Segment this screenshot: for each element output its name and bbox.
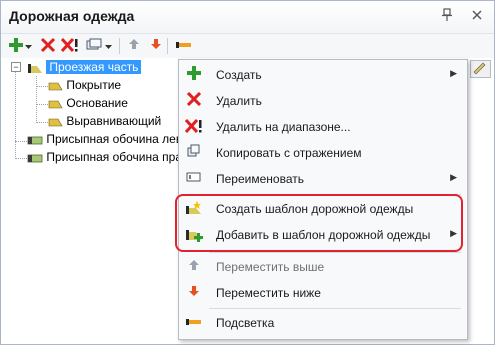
highlight-icon[interactable] <box>175 37 193 55</box>
arrow-down-icon[interactable] <box>147 37 165 55</box>
arrow-up-icon <box>185 258 203 276</box>
submenu-arrow-icon: ▶ <box>450 68 457 78</box>
toolbar-separator <box>167 38 168 54</box>
tree-item-label: Проезжая часть <box>46 60 142 74</box>
arrow-down-icon <box>185 284 203 302</box>
toolbar <box>1 34 494 58</box>
tree-item-roadway[interactable]: Проезжая часть <box>27 59 142 76</box>
tree-item-shoulder-right[interactable]: Присыпная обочина прав. <box>27 149 192 166</box>
menu-item-label: Удалить на диапазоне... <box>216 120 351 134</box>
shoulder-icon <box>27 134 43 146</box>
menu-item-create[interactable]: Создать ▶ <box>179 62 467 88</box>
tree-item-label: Выравнивающий <box>66 114 162 128</box>
delete-icon <box>185 91 203 110</box>
layer-icon <box>47 116 63 128</box>
menu-item-move-up[interactable]: Переместить выше <box>179 254 467 280</box>
menu-item-label: Переместить выше <box>216 260 325 274</box>
tree-item-label: Присыпная обочина прав. <box>46 150 192 164</box>
shoulder-icon <box>27 152 43 164</box>
highlight-icon <box>185 314 203 332</box>
menu-item-delete[interactable]: Удалить <box>179 88 467 114</box>
toolbar-separator <box>119 38 120 54</box>
delete-icon[interactable] <box>39 37 57 55</box>
panel-titlebar: Дорожная одежда <box>1 1 494 34</box>
copy-mirror-icon <box>185 144 203 162</box>
submenu-arrow-icon: ▶ <box>450 172 457 182</box>
collapse-toggle[interactable]: − <box>11 62 21 72</box>
menu-item-label: Создать <box>216 68 262 82</box>
pin-icon[interactable] <box>439 8 455 24</box>
menu-separator <box>209 252 461 253</box>
tree-item-label: Присыпная обочина лев. <box>46 132 186 146</box>
delete-range-icon[interactable] <box>60 37 79 55</box>
tree-item-label: Покрытие <box>66 78 122 92</box>
menu-item-label: Переместить ниже <box>216 286 321 300</box>
layer-icon <box>47 80 63 92</box>
menu-item-label: Подсветка <box>216 316 275 330</box>
chevron-down-icon[interactable] <box>23 37 33 55</box>
edit-icon[interactable] <box>470 60 491 78</box>
tree-item-layer[interactable]: Основание <box>47 95 128 112</box>
callout-outline <box>175 194 463 252</box>
panel-title: Дорожная одежда <box>9 8 135 24</box>
menu-item-rename[interactable]: Переименовать ▶ <box>179 166 467 192</box>
tree-item-shoulder-left[interactable]: Присыпная обочина лев. <box>27 131 186 148</box>
copy-mirror-icon[interactable] <box>85 37 103 55</box>
menu-item-label: Удалить <box>216 94 262 108</box>
road-layer-icon <box>27 62 43 74</box>
tree-item-label: Основание <box>66 96 128 110</box>
close-icon[interactable] <box>469 8 485 24</box>
tree-line <box>15 71 16 159</box>
menu-item-copy-mirror[interactable]: Копировать с отражением <box>179 140 467 166</box>
menu-item-highlight[interactable]: Подсветка <box>179 310 467 336</box>
plus-icon <box>185 66 203 84</box>
tree-line <box>36 76 37 123</box>
menu-separator <box>209 308 461 309</box>
menu-item-label: Копировать с отражением <box>216 146 362 160</box>
chevron-down-icon[interactable] <box>103 37 113 55</box>
menu-item-move-down[interactable]: Переместить ниже <box>179 280 467 306</box>
rename-icon <box>185 170 203 188</box>
layer-icon <box>47 98 63 110</box>
tree-item-layer[interactable]: Выравнивающий <box>47 113 161 130</box>
menu-item-label: Переименовать <box>216 172 304 186</box>
menu-item-delete-range[interactable]: Удалить на диапазоне... <box>179 114 467 140</box>
tree-item-layer[interactable]: Покрытие <box>47 77 121 94</box>
delete-range-icon <box>184 118 203 136</box>
arrow-up-icon[interactable] <box>125 37 143 55</box>
